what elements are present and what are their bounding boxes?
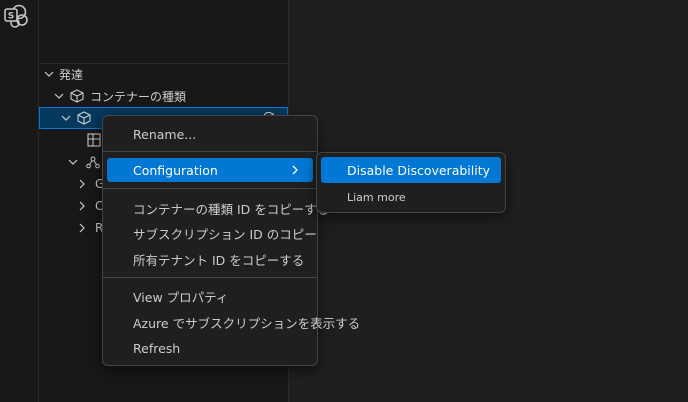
chevron-down-icon (61, 115, 71, 121)
menu-item-rename[interactable]: Rename... (107, 122, 313, 146)
table-icon (87, 133, 101, 147)
menu-item-configuration[interactable]: Configuration (107, 158, 313, 182)
menu-item-copy-subscription-id[interactable]: サブスクリプション ID のコピー (107, 221, 317, 245)
menu-item-copy-tenant-id[interactable]: 所有テナント ID をコピーする (107, 247, 313, 271)
chevron-down-icon (54, 93, 64, 99)
menu-separator (103, 277, 317, 278)
menu-item-copy-container-type-id[interactable]: コンテナーの種類 ID をコピーする (107, 196, 329, 220)
chevron-right-icon (79, 223, 85, 233)
menu-separator (103, 151, 317, 152)
chevron-right-icon (79, 179, 85, 189)
chevron-down-icon (44, 71, 54, 77)
sharepoint-embedded-icon[interactable]: S (3, 3, 29, 29)
tree-item-label: コンテナーの種類 (90, 89, 187, 104)
tree-item-root[interactable]: 発達 (39, 63, 288, 85)
network-icon (86, 156, 100, 169)
menu-item-refresh[interactable]: Refresh (107, 336, 313, 360)
submenu-item-learn-more[interactable]: Liam more (321, 186, 501, 208)
submenu-item-disable-discoverability[interactable]: Disable Discoverability (321, 157, 501, 183)
menu-item-view-properties[interactable]: View プロパティ (107, 284, 313, 308)
tree-item-label: 発達 (59, 67, 84, 82)
chevron-right-icon (79, 201, 85, 211)
activity-bar: S (0, 0, 39, 402)
tree-item-container-types[interactable]: コンテナーの種類 (39, 85, 288, 107)
cube-icon (70, 89, 84, 103)
configuration-submenu: Disable Discoverability Liam more (316, 152, 506, 213)
svg-text:S: S (8, 12, 14, 22)
cube-icon (77, 111, 91, 125)
context-menu: Rename... Configuration コンテナーの種類 ID をコピー… (102, 115, 360, 366)
menu-item-view-subscription-azure[interactable]: Azure でサブスクリプションを表示する (107, 310, 360, 334)
chevron-right-icon (292, 165, 298, 175)
menu-separator (103, 188, 317, 189)
chevron-down-icon (68, 159, 78, 165)
